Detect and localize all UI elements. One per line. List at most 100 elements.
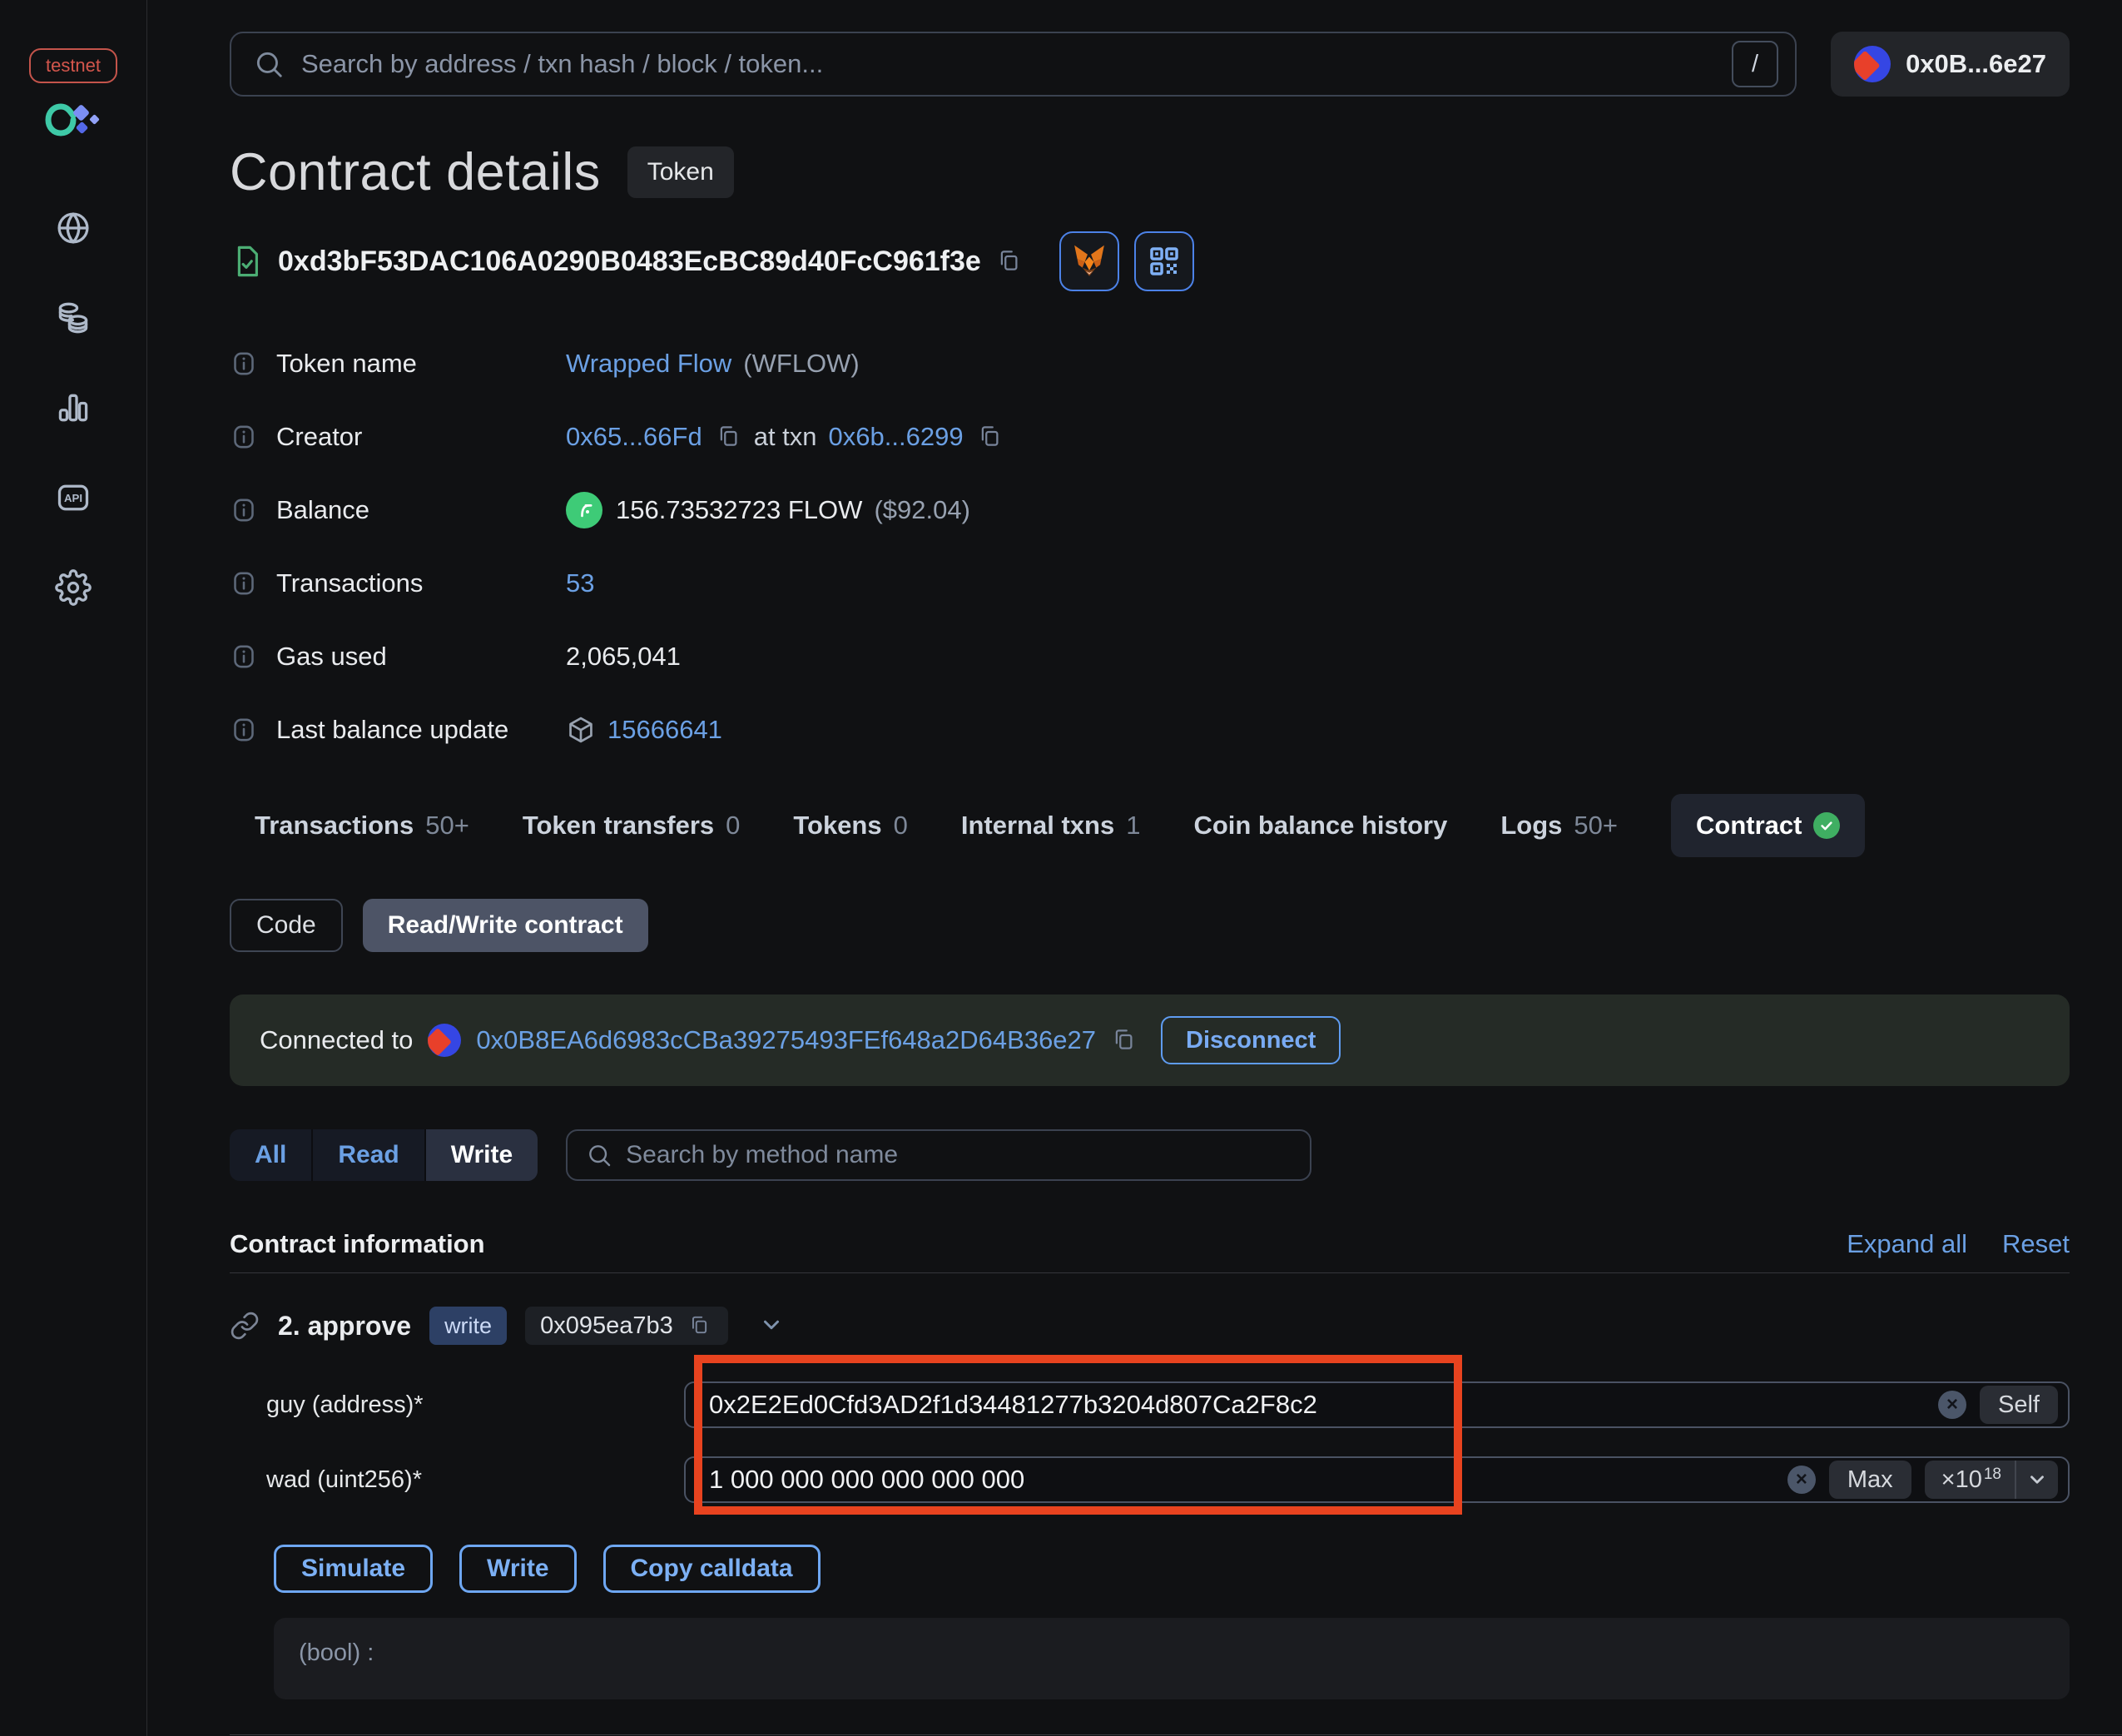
info-icon — [230, 716, 258, 744]
tab-token-transfers[interactable]: Token transfers 0 — [523, 811, 741, 841]
filter-write[interactable]: Write — [425, 1129, 538, 1181]
collapse-method-button[interactable] — [755, 1309, 788, 1342]
copy-connected-address-button[interactable] — [1109, 1026, 1138, 1054]
method-selector-badge: 0x095ea7b3 — [525, 1307, 728, 1345]
stats-nav-item[interactable] — [54, 389, 92, 428]
block-cube-icon — [566, 715, 596, 745]
max-button[interactable]: Max — [1828, 1461, 1911, 1499]
transactions-count-link[interactable]: 53 — [566, 568, 594, 598]
param-label-wad: wad (uint256)* — [266, 1466, 422, 1493]
network-nav-item[interactable] — [54, 210, 92, 248]
expand-all-button[interactable]: Expand all — [1847, 1229, 1967, 1259]
creator-address-link[interactable]: 0x65...66Fd — [566, 422, 702, 452]
copy-txn-button[interactable] — [975, 423, 1004, 451]
topbar: / 0x0B...6e27 — [230, 32, 2070, 97]
search-icon — [256, 52, 282, 77]
api-nav-item[interactable]: API — [54, 479, 92, 518]
copy-icon — [1000, 250, 1018, 270]
self-button[interactable]: Self — [1980, 1386, 2058, 1424]
info-row-token-name: Token name Wrapped Flow (WFLOW) — [230, 345, 2070, 382]
param-row-wad: wad (uint256)* × Max ×1018 — [230, 1456, 2070, 1503]
disconnect-button[interactable]: Disconnect — [1161, 1016, 1341, 1064]
method-filter-row: All Read Write — [230, 1129, 2070, 1181]
copy-selector-button[interactable] — [685, 1312, 713, 1340]
sidebar-nav: API — [54, 210, 92, 608]
read-write-contract-subtab[interactable]: Read/Write contract — [362, 899, 648, 952]
section-title: Contract information — [230, 1229, 485, 1258]
filter-read[interactable]: Read — [313, 1129, 426, 1181]
contract-type-badge: Token — [627, 146, 734, 198]
copy-calldata-button[interactable]: Copy calldata — [602, 1545, 821, 1593]
output-type-label: (bool) : — [299, 1639, 374, 1666]
connected-banner: Connected to 0x0B8EA6d6983cCBa39275493FE… — [230, 994, 2070, 1086]
chevron-down-icon — [763, 1320, 779, 1329]
chevron-down-icon[interactable] — [2016, 1461, 2058, 1499]
at-txn-label: at txn — [753, 422, 817, 451]
info-icon — [230, 350, 258, 378]
connected-wallet-avatar — [428, 1024, 462, 1057]
connected-address-link[interactable]: 0x0B8EA6d6983cCBa39275493FEf648a2D64B36e… — [476, 1025, 1096, 1055]
copy-icon — [720, 425, 737, 446]
global-search: / — [230, 32, 1797, 97]
simulate-button[interactable]: Simulate — [274, 1545, 434, 1593]
qr-code-icon — [1150, 247, 1178, 275]
verified-contract-icon — [237, 246, 258, 277]
tab-coin-balance-history[interactable]: Coin balance history — [1193, 811, 1447, 841]
qr-code-button[interactable] — [1133, 231, 1194, 291]
token-symbol: (WFLOW) — [743, 349, 860, 378]
method-search-input[interactable] — [626, 1141, 1292, 1169]
multiplier-button[interactable]: ×10 18 — [1924, 1461, 2058, 1499]
info-row-creator: Creator 0x65...66Fd at txn 0x6b...6299 — [230, 419, 2070, 455]
token-name-link[interactable]: Wrapped Flow — [566, 349, 731, 379]
method-search — [566, 1129, 1312, 1181]
code-subtab[interactable]: Code — [230, 899, 343, 952]
info-label: Transactions — [276, 568, 424, 598]
info-label: Creator — [276, 422, 363, 451]
method-type-segmented-control: All Read Write — [230, 1129, 538, 1181]
copy-address-button[interactable] — [994, 247, 1023, 275]
tab-logs[interactable]: Logs 50+ — [1500, 811, 1618, 841]
info-row-gas-used: Gas used 2,065,041 — [230, 638, 2070, 675]
clear-guy-icon[interactable]: × — [1938, 1391, 1967, 1419]
tokens-nav-item[interactable] — [54, 300, 92, 338]
wad-field: × Max ×1018 — [684, 1456, 2070, 1503]
method-name[interactable]: 2. approve — [278, 1311, 411, 1342]
divider — [230, 1734, 2122, 1735]
stats-icon — [58, 394, 88, 422]
globe-icon — [57, 212, 89, 244]
param-row-guy: guy (address)* × Self — [230, 1381, 2070, 1428]
divider — [230, 1272, 2070, 1273]
tab-contract[interactable]: Contract — [1671, 794, 1866, 857]
tab-transactions[interactable]: Transactions 50+ — [255, 811, 469, 841]
add-to-metamask-button[interactable] — [1059, 231, 1119, 291]
write-button[interactable]: Write — [459, 1545, 577, 1593]
guy-address-input[interactable] — [684, 1381, 2070, 1428]
info-label: Token name — [276, 349, 417, 378]
sidebar: testnet API — [0, 0, 147, 1736]
method-selector: 0x095ea7b3 — [540, 1312, 673, 1339]
search-input[interactable] — [301, 49, 1716, 79]
wallet-avatar — [1854, 46, 1891, 82]
tab-tokens[interactable]: Tokens 0 — [793, 811, 907, 841]
app-logo-icon[interactable] — [43, 102, 103, 138]
copy-creator-button[interactable] — [714, 423, 742, 451]
svg-text:API: API — [64, 492, 82, 504]
settings-nav-item[interactable] — [54, 569, 92, 608]
reset-button[interactable]: Reset — [2002, 1229, 2070, 1259]
tab-internal-txns[interactable]: Internal txns 1 — [961, 811, 1141, 841]
contract-info-rows: Token name Wrapped Flow (WFLOW) Creator … — [230, 345, 2070, 748]
method-actions: Simulate Write Copy calldata — [274, 1545, 2070, 1593]
creation-txn-link[interactable]: 0x6b...6299 — [829, 422, 964, 452]
contract-information-header: Contract information Expand all Reset — [230, 1228, 2070, 1261]
info-label: Gas used — [276, 642, 387, 671]
last-balance-block-link[interactable]: 15666641 — [607, 715, 722, 745]
contract-subtabs: Code Read/Write contract — [230, 899, 2070, 952]
flow-token-icon — [566, 492, 602, 528]
clear-wad-icon[interactable]: × — [1787, 1466, 1816, 1494]
testnet-badge: testnet — [28, 48, 118, 83]
anchor-link-icon[interactable] — [230, 1311, 260, 1341]
info-row-transactions: Transactions 53 — [230, 565, 2070, 602]
filter-all[interactable]: All — [230, 1129, 314, 1181]
wallet-address-short: 0x0B...6e27 — [1906, 49, 2046, 78]
wallet-account-button[interactable]: 0x0B...6e27 — [1831, 32, 2070, 97]
